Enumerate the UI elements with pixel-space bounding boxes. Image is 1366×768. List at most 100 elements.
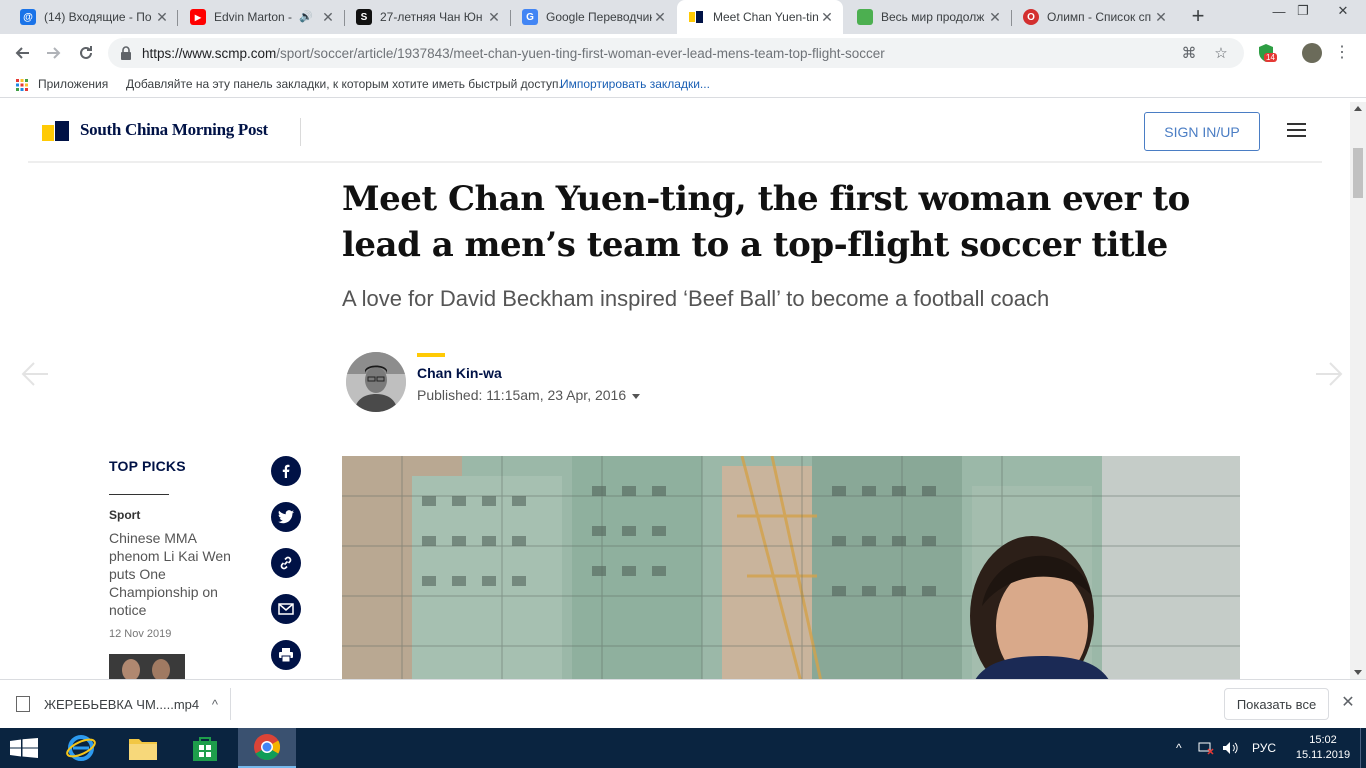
share-link-button[interactable] <box>271 548 301 578</box>
site-header: South China Morning Post SIGN IN/UP <box>28 102 1322 163</box>
url-text[interactable]: https://www.scmp.com/sport/soccer/articl… <box>142 46 885 61</box>
translate-page-icon[interactable]: ⌘ <box>1180 45 1198 63</box>
close-download-bar-icon[interactable]: ✕ <box>1339 694 1357 712</box>
lock-icon <box>121 46 131 60</box>
forward-button[interactable] <box>42 41 66 65</box>
windows-store-icon[interactable] <box>176 728 234 768</box>
author-name[interactable]: Chan Kin-wa <box>417 365 502 381</box>
pick-section-label[interactable]: Sport <box>109 508 140 522</box>
download-bar: ЖЕРЕБЬЕВКА ЧМ.....mp4 ^ Показать все ✕ <box>0 679 1366 728</box>
author-accent-bar <box>417 353 445 357</box>
top-picks-divider <box>109 494 169 495</box>
published-date[interactable]: Published: 11:15am, 23 Apr, 2016 <box>417 387 641 403</box>
youtube-favicon-icon: ▶ <box>190 9 206 25</box>
tab-sports-article[interactable]: S 27-летняя Чан Юн ✕ <box>344 0 510 34</box>
reload-button[interactable] <box>74 41 98 65</box>
windows-start-icon[interactable] <box>10 738 38 758</box>
email-icon <box>278 603 294 615</box>
system-clock[interactable]: 15:02 15.11.2019 <box>1294 733 1352 763</box>
browser-tab-strip: @ (14) Входящие - По ✕ ▶ Edvin Marton - … <box>0 0 1366 34</box>
scmp-logo-icon[interactable] <box>42 121 70 143</box>
pick-headline-link[interactable]: Chinese MMA phenom Li Kai Wen puts One C… <box>109 529 239 619</box>
top-picks-heading: TOP PICKS <box>109 458 186 474</box>
site-logo-text[interactable]: South China Morning Post <box>80 120 268 140</box>
bookmarks-hint: Добавляйте на эту панель закладки, к кот… <box>126 77 562 91</box>
hamburger-menu-icon[interactable] <box>1287 123 1306 137</box>
back-button[interactable] <box>10 41 34 65</box>
page-scrollbar[interactable] <box>1350 102 1366 679</box>
news-favicon-icon <box>857 9 873 25</box>
tab-scmp-active[interactable]: Meet Chan Yuen-ting ✕ <box>677 0 843 34</box>
sports-favicon-icon: S <box>356 9 372 25</box>
facebook-icon <box>282 464 290 478</box>
sign-in-button[interactable]: SIGN IN/UP <box>1144 112 1260 151</box>
tab-title: 27-летняя Чан Юн <box>380 10 483 24</box>
bookmark-star-icon[interactable]: ☆ <box>1212 45 1230 63</box>
tab-close-icon[interactable]: ✕ <box>1153 9 1169 25</box>
tab-world-news[interactable]: Весь мир продолж ✕ <box>845 0 1011 34</box>
clock-date: 15.11.2019 <box>1295 749 1351 761</box>
apps-shortcut[interactable]: Приложения <box>38 77 108 91</box>
pick-thumbnail[interactable] <box>109 654 185 679</box>
print-button[interactable] <box>271 640 301 670</box>
extension-shield-icon[interactable]: 14 <box>1256 43 1277 63</box>
import-bookmarks-link[interactable]: Импортировать закладки... <box>560 77 710 91</box>
share-twitter-button[interactable] <box>271 502 301 532</box>
audio-playing-icon[interactable]: 🔊 <box>298 9 314 25</box>
tab-mail[interactable]: @ (14) Входящие - По ✕ <box>8 0 178 34</box>
apps-grid-icon[interactable] <box>16 79 28 91</box>
translate-favicon-icon: G <box>522 9 538 25</box>
file-explorer-icon[interactable] <box>114 728 172 768</box>
close-window-button[interactable]: ✕ <box>1320 0 1366 22</box>
next-article-arrow-icon[interactable] <box>1314 359 1344 389</box>
show-desktop-button[interactable] <box>1360 728 1366 768</box>
article-subheadline: A love for David Beckham inspired ‘Beef … <box>342 286 1050 311</box>
windows-taskbar: ^ РУС 15:02 15.11.2019 <box>0 728 1366 768</box>
pick-date: 12 Nov 2019 <box>109 628 172 640</box>
video-file-icon <box>16 696 30 712</box>
chevron-up-icon[interactable]: ^ <box>212 697 218 712</box>
web-page: South China Morning Post SIGN IN/UP Meet… <box>0 102 1350 679</box>
new-tab-button[interactable]: + <box>1186 5 1210 29</box>
volume-icon[interactable] <box>1222 728 1238 768</box>
author-avatar[interactable] <box>346 352 406 412</box>
tab-close-icon[interactable]: ✕ <box>486 9 502 25</box>
profile-avatar[interactable] <box>1302 43 1322 63</box>
tab-title: Google Переводчик <box>546 10 652 24</box>
show-all-downloads-button[interactable]: Показать все <box>1224 688 1329 720</box>
share-facebook-button[interactable] <box>271 456 301 486</box>
tab-close-icon[interactable]: ✕ <box>652 9 668 25</box>
tab-close-icon[interactable]: ✕ <box>987 9 1003 25</box>
scmp-favicon-icon <box>689 9 705 25</box>
browser-toolbar: https://www.scmp.com/sport/soccer/articl… <box>0 34 1366 72</box>
show-hidden-icons[interactable]: ^ <box>1176 728 1182 768</box>
scrollbar-thumb[interactable] <box>1353 148 1363 198</box>
tab-olimp[interactable]: O Олимп - Список сп ✕ <box>1011 0 1177 34</box>
tab-title: Meet Chan Yuen-ting <box>713 10 819 24</box>
share-email-button[interactable] <box>271 594 301 624</box>
scroll-down-icon[interactable] <box>1354 670 1362 675</box>
internet-explorer-icon[interactable] <box>52 728 110 768</box>
network-icon[interactable] <box>1198 728 1214 768</box>
download-item[interactable]: ЖЕРЕБЬЕВКА ЧМ.....mp4 ^ <box>16 688 230 720</box>
bookmarks-bar: Приложения Добавляйте на эту панель закл… <box>0 72 1366 98</box>
tab-youtube[interactable]: ▶ Edvin Marton - 🔊 ✕ <box>178 0 344 34</box>
tab-close-icon[interactable]: ✕ <box>154 9 170 25</box>
download-filename: ЖЕРЕБЬЕВКА ЧМ.....mp4 <box>44 696 200 712</box>
browser-menu-icon[interactable]: ⋮ <box>1334 43 1350 63</box>
input-language-indicator[interactable]: РУС <box>1252 728 1276 768</box>
tab-title: (14) Входящие - По <box>44 10 152 24</box>
scroll-up-icon[interactable] <box>1354 106 1362 111</box>
article-hero-image[interactable] <box>342 456 1240 679</box>
chevron-down-icon[interactable] <box>632 393 641 399</box>
twitter-icon <box>278 510 294 524</box>
tab-close-icon[interactable]: ✕ <box>819 9 835 25</box>
extension-badge: 14 <box>1264 53 1277 62</box>
previous-article-arrow-icon[interactable] <box>20 359 50 389</box>
chrome-taskbar-icon[interactable] <box>238 728 296 768</box>
reload-icon <box>80 46 92 59</box>
olimp-favicon-icon: O <box>1023 9 1039 25</box>
tab-google-translate[interactable]: G Google Переводчик ✕ <box>510 0 676 34</box>
tab-close-icon[interactable]: ✕ <box>320 9 336 25</box>
address-bar[interactable]: https://www.scmp.com/sport/soccer/articl… <box>108 38 1244 68</box>
